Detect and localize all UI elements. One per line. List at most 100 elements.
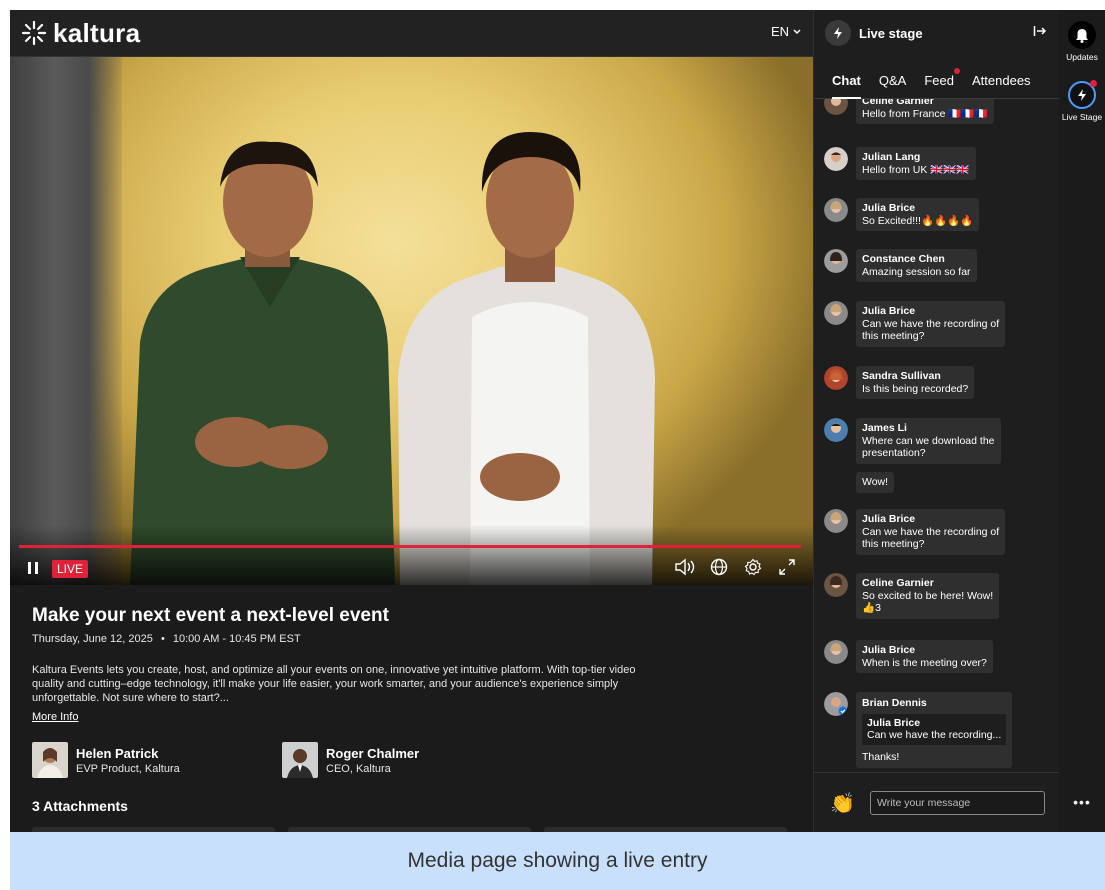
live-badge: LIVE <box>52 560 89 578</box>
image-caption: Media page showing a live entry <box>10 832 1105 890</box>
notification-dot <box>1090 80 1097 87</box>
chat-message-list[interactable]: Celine Garnier Hello from France 🇫🇷🇫🇷🇫🇷 … <box>814 99 1059 771</box>
more-info-link[interactable]: More Info <box>32 711 78 723</box>
event-info: Make your next event a next-level event … <box>10 585 813 832</box>
reaction-count: 3 <box>875 602 881 614</box>
chat-message-input[interactable] <box>870 791 1045 815</box>
video-player[interactable]: LIVE <box>10 57 813 585</box>
user-avatar <box>824 301 848 325</box>
message-author: Sandra Sullivan <box>862 370 941 382</box>
message-bubble: Brian Dennis Julia Brice Can we have the… <box>856 692 1013 768</box>
fullscreen-button[interactable] <box>778 558 796 581</box>
message-text: Where can we download the <box>862 434 995 447</box>
more-options-icon[interactable]: ••• <box>1059 794 1105 810</box>
speaker-role: CEO, Kaltura <box>326 762 391 775</box>
speaker-name: Helen Patrick <box>76 745 159 761</box>
chevron-down-icon <box>793 28 801 34</box>
tab-label: Attendees <box>972 73 1031 88</box>
message-bubble: Julia Brice When is the meeting over? <box>856 640 993 673</box>
speaker-text: Helen Patrick EVP Product, Kaltura <box>76 746 180 775</box>
message-text: Wow! <box>862 476 889 488</box>
pause-icon <box>28 562 38 574</box>
speaker-avatar <box>32 742 68 778</box>
message-author: Julia Brice <box>862 202 916 214</box>
bell-icon <box>1068 21 1096 49</box>
user-avatar <box>824 198 848 222</box>
message-text: Hello from UK 🇬🇧🇬🇧🇬🇧 <box>862 163 970 176</box>
language-audio-button[interactable] <box>710 558 728 581</box>
pause-button[interactable] <box>27 561 39 580</box>
volume-button[interactable] <box>674 558 698 581</box>
clap-reaction-button[interactable]: 👏 <box>830 791 855 816</box>
kaltura-logo[interactable]: kaltura <box>21 20 140 46</box>
tab-qa[interactable]: Q&A <box>879 68 906 98</box>
message-text-continued: presentation? <box>862 447 926 459</box>
reaction-badge[interactable]: 👍3 <box>862 602 993 615</box>
lightning-icon <box>1068 80 1097 109</box>
message-text: Thanks! <box>862 750 900 763</box>
collapse-panel-icon[interactable] <box>1033 24 1047 41</box>
tab-chat[interactable]: Chat <box>832 68 861 99</box>
speaker-card[interactable]: Helen Patrick EVP Product, Kaltura <box>32 742 180 778</box>
panel-title: Live stage <box>859 26 923 41</box>
message-bubble: Julia Brice So Excited!!!🔥🔥🔥🔥 <box>856 198 980 231</box>
message-text: Can we have the recording of <box>862 317 1000 330</box>
tab-attendees[interactable]: Attendees <box>972 68 1031 98</box>
tab-label: Feed <box>924 73 954 88</box>
user-avatar <box>824 249 848 273</box>
event-title: Make your next event a next-level event <box>32 605 389 626</box>
message-composer: 👏 <box>814 772 1059 832</box>
updates-button[interactable]: Updates <box>1059 21 1105 62</box>
message-author: Constance Chen <box>862 253 945 265</box>
event-datetime: Thursday, June 12, 2025 • 10:00 AM - 10:… <box>32 633 301 645</box>
message-bubble: James Li Where can we download the prese… <box>856 418 1001 464</box>
globe-icon <box>710 558 728 576</box>
live-progress-bar[interactable] <box>19 545 801 548</box>
quoted-message[interactable]: Julia Brice Can we have the recording... <box>862 713 1007 745</box>
message-bubble: Celine Garnier So excited to be here! Wo… <box>856 573 1000 619</box>
event-description: Kaltura Events lets you create, host, an… <box>32 664 636 704</box>
speaker-avatar <box>282 742 318 778</box>
live-stage-panel: Live stage Chat Q&A Feed Attendees Celin… <box>813 10 1059 832</box>
language-selector[interactable]: EN <box>771 24 801 39</box>
user-avatar <box>824 692 848 716</box>
message-bubble: Julia Brice Can we have the recording of… <box>856 301 1006 347</box>
message-text: When is the meeting over? <box>862 656 987 669</box>
message-bubble: Julia Brice Can we have the recording of… <box>856 509 1006 555</box>
settings-icon <box>744 558 762 576</box>
speaker-card[interactable]: Roger Chalmer CEO, Kaltura <box>282 742 419 778</box>
message-author: Celine Garnier <box>862 577 934 589</box>
message-author: Julia Brice <box>862 513 916 525</box>
datetime-separator: • <box>160 633 165 645</box>
user-avatar <box>824 573 848 597</box>
tab-feed[interactable]: Feed <box>924 68 960 98</box>
settings-button[interactable] <box>744 558 762 581</box>
message-text: Amazing session so far <box>862 265 971 278</box>
speaker-text: Roger Chalmer CEO, Kaltura <box>326 746 419 775</box>
message-bubble: Celine Garnier Hello from France 🇫🇷🇫🇷🇫🇷 <box>856 99 994 124</box>
user-avatar <box>824 418 848 442</box>
user-avatar <box>824 640 848 664</box>
right-rail: Updates Live Stage ••• <box>1059 10 1105 832</box>
message-text-continued: this meeting? <box>862 330 925 342</box>
tab-label: Chat <box>832 73 861 88</box>
event-time: 10:00 AM - 10:45 PM EST <box>172 633 301 645</box>
message-author: Julia Brice <box>862 305 916 317</box>
message-author: Julia Brice <box>862 644 916 656</box>
kaltura-logo-icon <box>21 20 47 46</box>
app-frame: kaltura EN LIVE Make your next event a n… <box>10 10 1105 832</box>
message-bubble-followup: Wow! <box>856 472 895 493</box>
fullscreen-icon <box>779 559 795 575</box>
message-text-continued: this meeting? <box>862 538 925 550</box>
live-stage-button[interactable]: Live Stage <box>1059 80 1105 122</box>
attachments-heading: 3 Attachments <box>32 798 128 814</box>
language-label: EN <box>770 24 789 39</box>
message-bubble: Constance Chen Amazing session so far <box>856 249 977 282</box>
message-text: So Excited!!!🔥🔥🔥🔥 <box>862 214 974 227</box>
presenter-left-figure <box>130 141 395 585</box>
presenter-right-figure <box>398 132 655 585</box>
message-text: Is this being recorded? <box>862 382 969 395</box>
quoted-author: Julia Brice <box>867 716 921 729</box>
top-header: kaltura EN <box>10 10 813 57</box>
message-text: Can we have the recording of <box>862 525 1000 538</box>
